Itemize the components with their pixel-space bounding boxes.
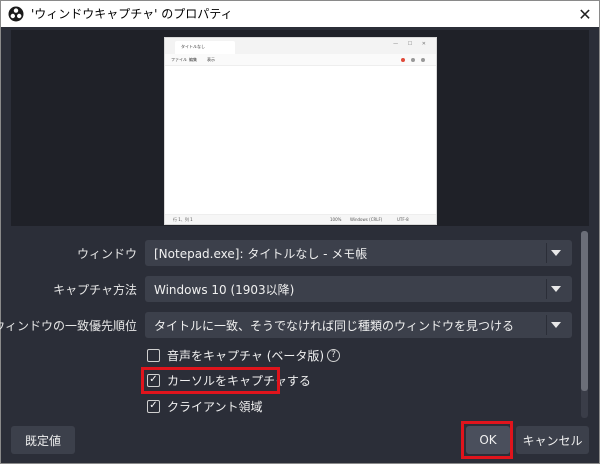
cursor-highlight-box [141,367,280,394]
window-select[interactable]: [Notepad.exe]: タイトルなし - メモ帳 [145,240,572,266]
window-match-priority-label: ウィンドウの一致優先順位 [0,319,137,333]
notepad-tab-bar: タイトルなし — ☐ ✕ [165,38,436,54]
select-divider [546,243,547,263]
window-select-value: [Notepad.exe]: タイトルなし - メモ帳 [154,247,368,261]
notepad-status-zoom: 100% [330,217,342,222]
notepad-more-icon [421,58,425,62]
obs-logo-icon [8,6,24,22]
notepad-status-position: 行 1、列 1 [173,217,193,222]
client-area-checkbox[interactable]: ✓ [147,399,160,413]
notepad-settings-icon [411,58,415,62]
notepad-menu-edit: 編集 [189,57,197,62]
capture-audio-checkbox[interactable] [147,348,160,362]
window-match-priority-select[interactable]: タイトルに一致、そうでなければ同じ種類のウィンドウを見つける [145,312,572,338]
capture-preview: タイトルなし — ☐ ✕ ファイル 編集 表示 行 1、列 1 100% Win… [11,30,589,226]
chevron-down-icon [551,250,561,256]
notepad-copilot-icon [401,58,405,62]
client-area-label: クライアント領域 [167,399,263,414]
chevron-down-icon [551,322,561,328]
properties-scrollbar[interactable] [581,231,588,418]
close-icon: ✕ [578,4,592,24]
capture-method-label: キャプチャ方法 [53,283,137,297]
title-bar: 'ウィンドウキャプチャ' のプロパティ ✕ [1,1,599,27]
window-label: ウィンドウ [76,247,137,261]
properties-dialog: 'ウィンドウキャプチャ' のプロパティ ✕ タイトルなし — ☐ ✕ ファイル … [0,0,600,464]
notepad-menu-file: ファイル [171,57,187,62]
notepad-status-eol: Windows (CRLF) [350,217,383,222]
capture-audio-checkbox-row[interactable]: 音声をキャプチャ (ベータ版) ? [147,346,341,364]
capture-method-select[interactable]: Windows 10 (1903以降) [145,276,572,302]
select-divider [546,279,547,299]
ok-highlight-box [461,421,513,459]
notepad-menu-view: 表示 [207,57,215,62]
cancel-button[interactable]: キャンセル [516,426,589,454]
notepad-status-encoding: UTF-8 [397,217,409,222]
select-divider [546,315,547,335]
chevron-down-icon [551,286,561,292]
client-area-checkbox-row[interactable]: ✓ クライアント領域 [147,397,263,415]
capture-audio-label: 音声をキャプチャ (ベータ版) [167,348,325,363]
defaults-button[interactable]: 既定値 [11,426,75,454]
notepad-window-buttons: — ☐ ✕ [393,41,430,47]
close-button[interactable]: ✕ [571,1,599,27]
help-icon[interactable]: ? [327,348,341,362]
scrollbar-thumb[interactable] [581,231,588,391]
window-match-priority-value: タイトルに一致、そうでなければ同じ種類のウィンドウを見つける [154,319,515,333]
window-title: 'ウィンドウキャプチャ' のプロパティ [31,7,233,21]
notepad-tab: タイトルなし [175,41,235,54]
notepad-menu-bar: ファイル 編集 表示 [165,54,436,66]
notepad-status-bar: 行 1、列 1 100% Windows (CRLF) UTF-8 [165,214,436,224]
notepad-preview: タイトルなし — ☐ ✕ ファイル 編集 表示 行 1、列 1 100% Win… [164,37,437,225]
capture-method-value: Windows 10 (1903以降) [154,283,295,297]
